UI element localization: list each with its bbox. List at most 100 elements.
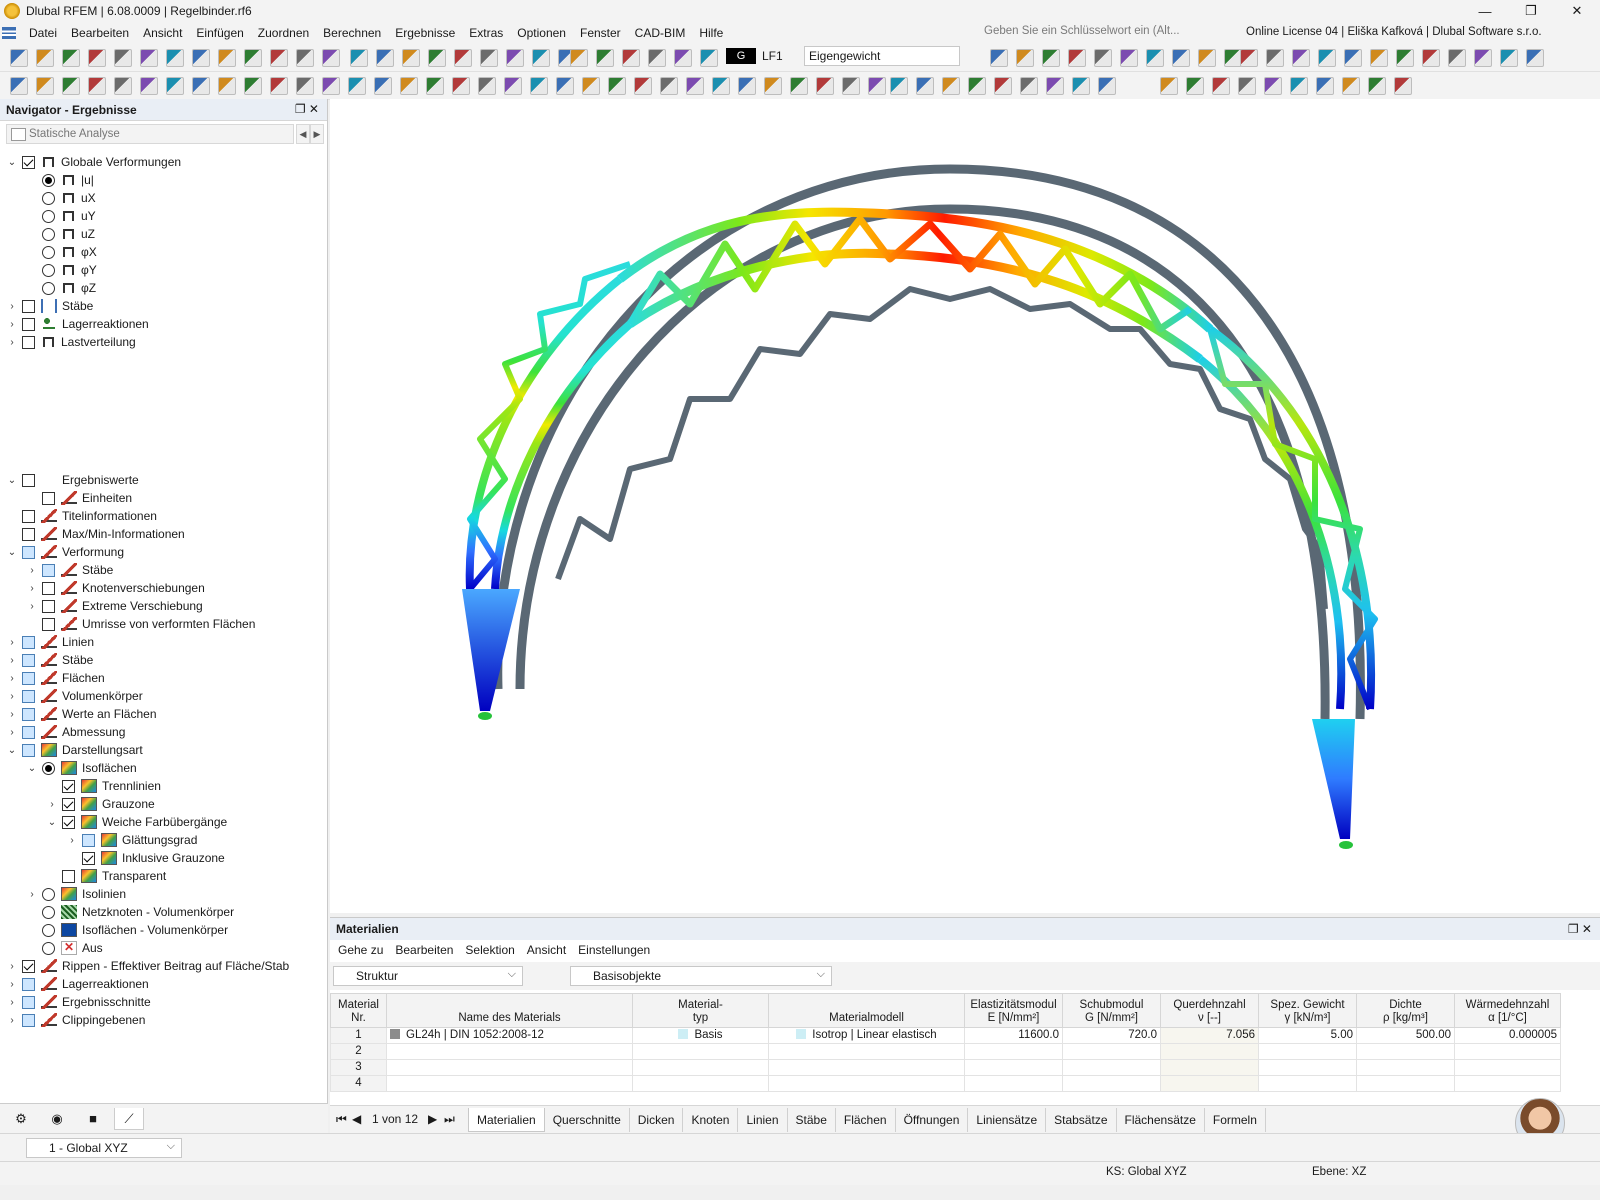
results-tool-icon[interactable] (166, 77, 184, 95)
tree-item[interactable]: uY (26, 207, 96, 225)
column-header[interactable]: Spez. Gewicht γ [kN/m³] (1258, 993, 1357, 1028)
menu-ansicht[interactable]: Ansicht (136, 26, 189, 40)
main-tool-icon[interactable] (1068, 49, 1086, 67)
results-tool-icon[interactable] (816, 77, 834, 95)
main-tool-icon[interactable] (1370, 49, 1388, 67)
menu-extras[interactable]: Extras (462, 26, 510, 40)
tree-item[interactable]: › Rippen - Effektiver Beitrag auf Fläche/… (6, 957, 289, 975)
results-tool-icon[interactable] (1342, 77, 1360, 95)
results-tool-icon[interactable] (400, 77, 418, 95)
menu-fenster[interactable]: Fenster (573, 26, 628, 40)
table-cell[interactable] (964, 1075, 1063, 1092)
loadcase-select[interactable]: Eigengewicht (804, 46, 960, 66)
menu-optionen[interactable]: Optionen (510, 26, 573, 40)
radio-button[interactable] (42, 281, 55, 295)
tree-item[interactable]: ⌄ Darstellungsart (6, 741, 143, 759)
expand-icon[interactable]: › (46, 799, 58, 810)
table-cell[interactable]: 11600.0 (964, 1027, 1063, 1044)
tree-item[interactable]: Netzknoten - Volumenkörper (26, 903, 234, 921)
tree-item[interactable]: uZ (26, 225, 95, 243)
table-cell[interactable] (386, 1043, 633, 1060)
tree-item[interactable]: ⌄ Isoflächen (26, 759, 137, 777)
table-cell[interactable]: 3 (330, 1059, 387, 1076)
table-cell[interactable] (1258, 1059, 1357, 1076)
checkbox[interactable] (22, 317, 35, 331)
main-tool-icon[interactable] (1146, 49, 1164, 67)
tab-5[interactable]: Stäbe (788, 1108, 836, 1132)
tree-item[interactable]: › Linien (6, 633, 94, 651)
tree-item[interactable]: Umrisse von verformten Flächen (26, 615, 255, 633)
main-tool-icon[interactable] (1500, 49, 1518, 67)
checkbox[interactable] (22, 977, 35, 991)
table-cell[interactable] (768, 1075, 965, 1092)
next-page-button[interactable]: ▶ (428, 1112, 437, 1126)
main-tool-icon[interactable] (270, 49, 288, 67)
table-cell[interactable] (386, 1075, 633, 1092)
table-cell[interactable] (1454, 1059, 1561, 1076)
checkbox[interactable] (62, 869, 75, 883)
main-tool-icon[interactable] (36, 49, 54, 67)
main-tool-icon[interactable] (1094, 49, 1112, 67)
expand-icon[interactable]: › (6, 337, 18, 348)
table-cell[interactable] (1062, 1059, 1161, 1076)
main-tool-icon[interactable] (1292, 49, 1310, 67)
checkbox[interactable] (22, 959, 35, 973)
tree-item[interactable]: › Lagerreaktionen (6, 315, 149, 333)
checkbox[interactable] (42, 599, 55, 613)
menu-datei[interactable]: Datei (22, 26, 64, 40)
main-tool-icon[interactable] (990, 49, 1008, 67)
main-tool-icon[interactable] (1448, 49, 1466, 67)
menu-gehe-zu[interactable]: Gehe zu (332, 943, 389, 957)
tab-8[interactable]: Liniensätze (968, 1108, 1047, 1132)
radio-button[interactable] (42, 761, 55, 775)
table-cell[interactable]: 0.000005 (1454, 1027, 1561, 1044)
radio-button[interactable] (42, 173, 55, 187)
tree-item[interactable]: › Ergebnisschnitte (6, 993, 151, 1011)
results-tool-icon[interactable] (1212, 77, 1230, 95)
tree-item[interactable]: › Abmessung (6, 723, 125, 741)
app-menu-icon[interactable] (2, 27, 16, 39)
table-cell[interactable]: 2 (330, 1043, 387, 1060)
main-tool-icon[interactable] (1198, 49, 1216, 67)
column-header[interactable]: Wärmedehnzahl α [1/°C] (1454, 993, 1561, 1028)
results-tool-icon[interactable] (140, 77, 158, 95)
table-cell[interactable]: 4 (330, 1075, 387, 1092)
results-tool-icon[interactable] (36, 77, 54, 95)
expand-icon[interactable]: › (6, 673, 18, 684)
table-cell[interactable] (632, 1059, 769, 1076)
checkbox[interactable] (22, 707, 35, 721)
radio-button[interactable] (42, 227, 55, 241)
object-type-select[interactable]: Basisobjekte (570, 965, 832, 986)
checkbox[interactable] (22, 509, 35, 523)
main-tool-icon[interactable] (218, 49, 236, 67)
table-cell[interactable]: Isotrop | Linear elastisch (768, 1027, 965, 1044)
results-tool-icon[interactable] (738, 77, 756, 95)
checkbox[interactable] (42, 491, 55, 505)
collapse-icon[interactable]: ⌄ (6, 745, 18, 756)
radio-button[interactable] (42, 263, 55, 277)
tab-9[interactable]: Stabsätze (1046, 1108, 1117, 1132)
main-tool-icon[interactable] (648, 49, 666, 67)
menu-einstellungen[interactable]: Einstellungen (572, 943, 656, 957)
results-tool-icon[interactable] (1046, 77, 1064, 95)
checkbox[interactable] (22, 527, 35, 541)
table-cell[interactable]: Basis (632, 1027, 769, 1044)
radio-button[interactable] (42, 905, 55, 919)
main-tool-icon[interactable] (244, 49, 262, 67)
results-tool-icon[interactable] (1394, 77, 1412, 95)
panel-window-icons[interactable]: ❐ ✕ (1568, 922, 1592, 936)
column-header[interactable]: Name des Materials (386, 993, 633, 1028)
results-tool-icon[interactable] (868, 77, 886, 95)
results-tool-icon[interactable] (582, 77, 600, 95)
tree-item[interactable]: › Flächen (6, 669, 105, 687)
table-cell[interactable] (964, 1043, 1063, 1060)
results-tool-icon[interactable] (790, 77, 808, 95)
table-cell[interactable] (1258, 1043, 1357, 1060)
menu-selektion[interactable]: Selektion (459, 943, 520, 957)
table-cell[interactable] (964, 1059, 1063, 1076)
collapse-icon[interactable]: ⌄ (46, 817, 58, 828)
results-tool-icon[interactable] (1368, 77, 1386, 95)
main-tool-icon[interactable] (1016, 49, 1034, 67)
model-view[interactable] (330, 99, 1600, 913)
results-tool-icon[interactable] (296, 77, 314, 95)
